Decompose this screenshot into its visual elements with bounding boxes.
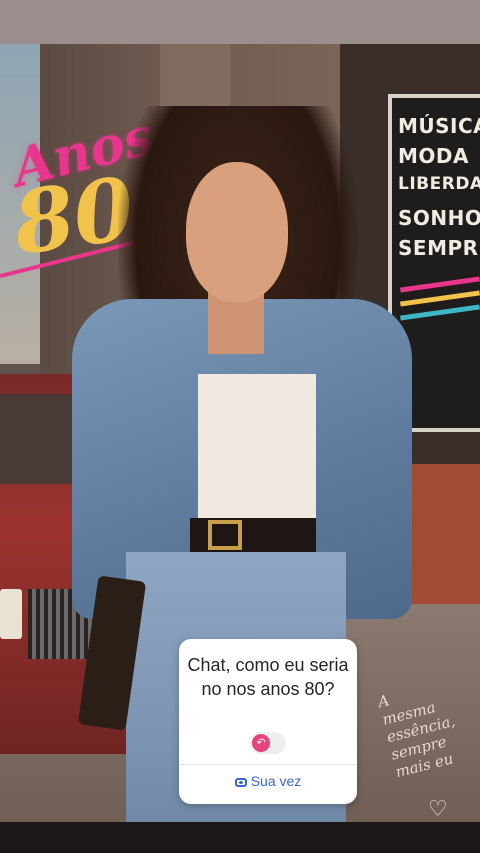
bottom-bar [0,822,480,853]
face [186,162,288,302]
top-bar [0,0,480,44]
your-turn-label: Sua vez [250,773,302,789]
sign-line-3: LIBERDADE [398,174,480,194]
add-yours-sticker[interactable]: Chat, como eu seria no nos anos 80? ↶ Su… [179,639,357,804]
sign-line-1: MÚSICA [398,114,480,138]
sign-line-4: SONHOS [398,206,480,230]
reply-arrow-icon: ↶ [252,734,270,752]
heart-icon: ♡ [428,796,448,821]
white-top [198,374,316,524]
sticker-question: Chat, como eu seria no nos anos 80? [187,655,349,699]
sticker-toggle[interactable]: ↶ [250,732,286,754]
your-turn-button[interactable]: Sua vez [179,773,357,789]
camera-icon [234,778,247,787]
sign-line-5: SEMPRE [398,236,480,260]
sticker-divider [179,764,357,765]
car-headlight [0,589,22,639]
sign-line-2: MODA [398,144,469,168]
belt-buckle [208,520,242,550]
